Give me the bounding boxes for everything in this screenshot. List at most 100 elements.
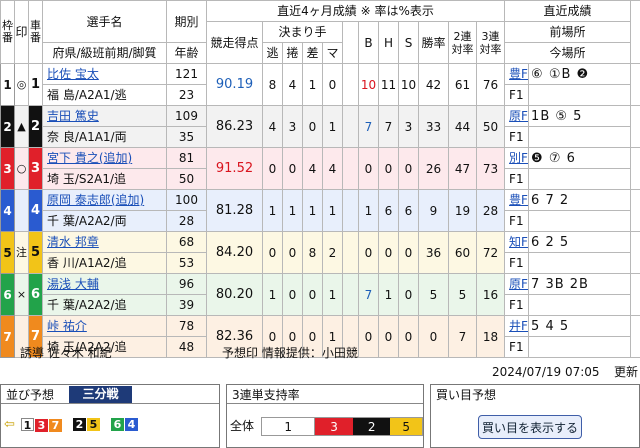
player-name[interactable]: 湯浅 大輔 [42, 273, 167, 295]
arrow-icon: ⇦ [4, 417, 15, 432]
makuri-cell: 1 [282, 189, 303, 232]
ren3-cell: 16 [475, 273, 506, 316]
score-cell: 84.20 [206, 231, 263, 274]
ki-cell: 68 [166, 231, 207, 253]
s-cell: 0 [398, 147, 419, 190]
cur-result-cell [528, 210, 632, 232]
buy-title: 買い目予想 [436, 388, 497, 402]
prev-venue-link[interactable]: 原F1 [509, 277, 528, 291]
player-name-link[interactable]: 吉田 篤史 [47, 109, 99, 123]
score-cell: 91.52 [206, 147, 263, 190]
prev-venue-link[interactable]: 知F2 [509, 235, 528, 249]
prev-venue-cell[interactable]: 別F2 [504, 147, 530, 169]
prev-venue-cell[interactable]: 井F2 [504, 315, 530, 337]
prev-venue-link[interactable]: 原F1 [509, 109, 528, 123]
h-cell: 6 [378, 189, 399, 232]
col-win: 勝率 [418, 21, 449, 64]
makuri-cell: 0 [282, 147, 303, 190]
sashi-cell: 0 [302, 105, 323, 148]
prev-result-cell: 5 4 5 [528, 315, 632, 337]
memo-cell [630, 273, 640, 316]
sashi-cell: 0 [302, 273, 323, 316]
player-name[interactable]: 峠 祐介 [42, 315, 167, 337]
mark-cell: 0 [322, 63, 343, 106]
age-cell: 28 [166, 210, 207, 232]
prev-result-cell: 1B ⑤ 5 [528, 105, 632, 127]
ren3-cell: 73 [475, 147, 506, 190]
cur-venue-header: 今場所 [504, 42, 632, 64]
prev-venue-link[interactable]: 井F2 [509, 319, 528, 333]
prev-venue-cell[interactable]: 原F1 [504, 105, 530, 127]
nige-cell: 1 [262, 273, 283, 316]
tab-sanbunsen[interactable]: 三分戦 [69, 386, 132, 403]
prev-venue-link[interactable]: 豊F2 [509, 67, 528, 81]
support-cell-2: 2 [352, 418, 391, 435]
col-b: B [358, 21, 379, 64]
score-cell: 81.28 [206, 189, 263, 232]
shaban-cell: 4 [28, 189, 43, 232]
player-name-link[interactable]: 比佐 宝太 [47, 67, 99, 81]
ren3-cell: 50 [475, 105, 506, 148]
player-name[interactable]: 吉田 篤史 [42, 105, 167, 127]
line-prediction-panel: 並び予想 三分戦 ⇦ 1372564 [0, 384, 220, 448]
shirushi-cell: × [14, 273, 29, 316]
player-pref: 千 葉/A2A2/追 [42, 294, 167, 316]
player-name[interactable]: 清水 邦章 [42, 231, 167, 253]
s-cell: 3 [398, 105, 419, 148]
show-buy-button[interactable]: 買い目を表示する [478, 415, 582, 439]
prev-venue-cell[interactable]: 豊F2 [504, 63, 530, 85]
win-cell: 9 [418, 189, 449, 232]
prev-venue-link[interactable]: 豊F2 [509, 193, 528, 207]
shaban-cell: 3 [28, 147, 43, 190]
col-memo: コメ [630, 0, 640, 64]
prev-result-cell: ❺ ⑦ 6 [528, 147, 632, 169]
col-mark: マ [322, 42, 343, 64]
ren2-cell: 60 [448, 231, 477, 274]
yosou-credit: 予想印 情報提供：小田競 [222, 346, 358, 360]
col-kimarite: 決まり手 [262, 21, 343, 43]
score-cell: 90.19 [206, 63, 263, 106]
col-s: S [398, 21, 419, 64]
b-cell: 7 [358, 273, 379, 316]
prev-venue-cell[interactable]: 原F1 [504, 273, 530, 295]
player-name[interactable]: 原岡 泰志郎(追加) [42, 189, 167, 211]
b-cell: 10 [358, 63, 379, 106]
player-name-link[interactable]: 湯浅 大輔 [47, 277, 99, 291]
ki-cell: 78 [166, 315, 207, 337]
memo-cell [630, 189, 640, 232]
prev-venue-header: 前場所 [504, 21, 632, 43]
line-group: 137 [21, 418, 63, 432]
h-cell: 7 [378, 105, 399, 148]
shaban-cell: 6 [28, 273, 43, 316]
line-group: 25 [73, 418, 101, 432]
player-name-link[interactable]: 宮下 貴之(追加) [47, 151, 132, 165]
prev-venue-link[interactable]: 別F2 [509, 151, 528, 165]
shirushi-cell: ▲ [14, 105, 29, 148]
sashi-cell: 1 [302, 63, 323, 106]
col-score: 競走得点 [206, 21, 263, 64]
player-name-link[interactable]: 原岡 泰志郎(追加) [47, 193, 144, 207]
line-title: 並び予想 三分戦 [1, 385, 219, 404]
win-cell: 42 [418, 63, 449, 106]
h-cell: 1 [378, 273, 399, 316]
mark-cell: 4 [322, 147, 343, 190]
sashi-cell: 4 [302, 147, 323, 190]
player-name[interactable]: 比佐 宝太 [42, 63, 167, 85]
prev-venue-cell[interactable]: 豊F2 [504, 189, 530, 211]
support-rate-panel: 3連単支持率 全体 1 3 2 5 [226, 384, 424, 448]
line-rider-mark: 2 [73, 418, 86, 431]
player-name[interactable]: 宮下 貴之(追加) [42, 147, 167, 169]
prev-venue-cell[interactable]: 知F2 [504, 231, 530, 253]
mark-cell: 1 [322, 105, 343, 148]
cur-venue-cell: F1 [504, 210, 530, 232]
ki-cell: 109 [166, 105, 207, 127]
race-entry-table: 枠番 印 車番 選手名 期別 直近4ヶ月成績 ※ 率は%表示 直近成績 コメ 競… [0, 0, 640, 358]
score-cell: 86.23 [206, 105, 263, 148]
player-name-link[interactable]: 峠 祐介 [47, 319, 87, 333]
player-name-link[interactable]: 清水 邦章 [47, 235, 99, 249]
cur-result-cell [528, 126, 632, 148]
sashi-cell: 1 [302, 189, 323, 232]
memo-cell [630, 105, 640, 148]
player-pref: 福 島/A2A1/逃 [42, 84, 167, 106]
support-title: 3連単支持率 [227, 385, 423, 404]
